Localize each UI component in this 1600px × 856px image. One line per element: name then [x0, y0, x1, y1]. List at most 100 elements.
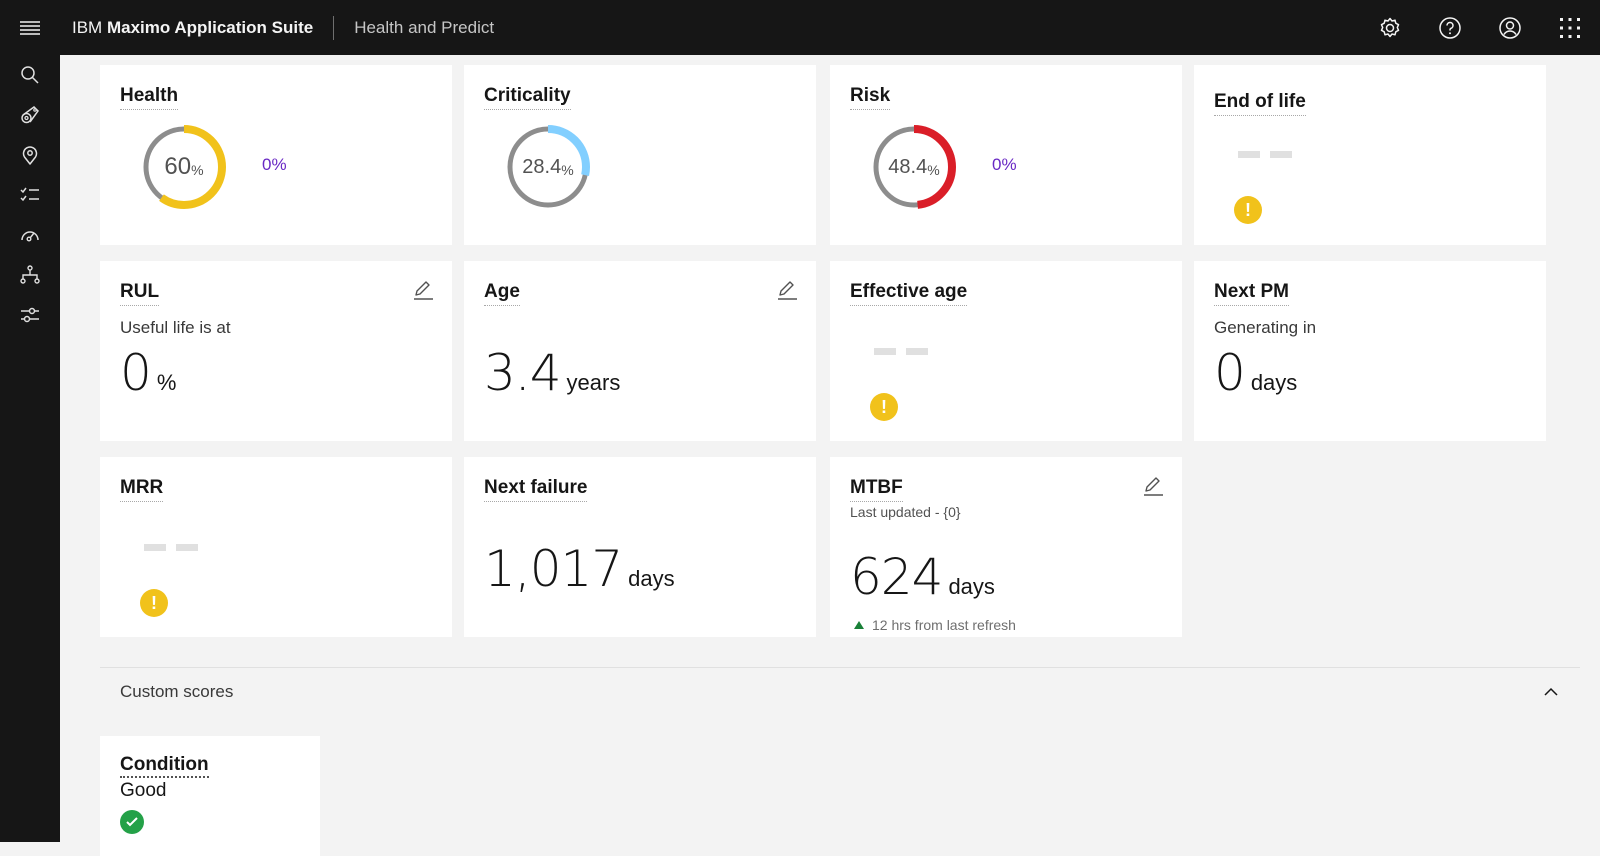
- age-unit: years: [566, 370, 621, 395]
- rul-unit: %: [156, 370, 177, 395]
- gauge-icon: [21, 231, 39, 242]
- nav-settings[interactable]: [0, 295, 60, 335]
- effective-age-card[interactable]: Effective age !: [830, 261, 1182, 441]
- next-pm-unit: days: [1250, 370, 1298, 395]
- card-title[interactable]: Health: [120, 85, 179, 110]
- age-value: 3.4: [484, 344, 562, 402]
- edit-icon: [414, 281, 433, 300]
- nav-assets[interactable]: [0, 95, 60, 135]
- end-of-life-card[interactable]: End of life !: [1194, 65, 1546, 245]
- settings-sliders-icon: [21, 307, 39, 323]
- app-switcher-icon: [1560, 17, 1580, 38]
- user-icon: [1499, 16, 1521, 39]
- location-icon: [22, 146, 38, 165]
- mrr-card[interactable]: MRR !: [100, 457, 452, 637]
- empty-value-placeholder: [1238, 151, 1292, 158]
- nav-dashboard[interactable]: [0, 215, 60, 255]
- nav-search[interactable]: [0, 55, 60, 95]
- nav-work[interactable]: [0, 175, 60, 215]
- criticality-value: 28.4: [522, 155, 562, 178]
- edit-icon: [1144, 477, 1163, 496]
- criticality-unit: %: [561, 162, 574, 178]
- card-subtitle: Useful life is at: [120, 318, 231, 337]
- trend-up-icon: [854, 621, 864, 629]
- card-title[interactable]: End of life: [1214, 91, 1306, 116]
- next-failure-card[interactable]: Next failure 1,017 days: [464, 457, 816, 637]
- mtbf-value: 624: [850, 548, 943, 606]
- app-name: Health and Predict: [354, 17, 495, 37]
- card-title[interactable]: MTBF: [850, 477, 903, 502]
- age-card[interactable]: Age 3.4 years: [464, 261, 816, 441]
- card-title[interactable]: Next failure: [484, 477, 588, 502]
- risk-donut: 48.4%: [870, 123, 958, 211]
- card-subtitle: Generating in: [1214, 318, 1317, 337]
- next-failure-unit: days: [628, 566, 675, 591]
- custom-scores-label: Custom scores: [120, 682, 234, 701]
- mtbf-unit: days: [948, 574, 995, 599]
- risk-card[interactable]: Risk 48.4% 0%: [830, 65, 1182, 245]
- header-divider: [333, 15, 335, 40]
- chevron-up-icon: [1544, 687, 1558, 696]
- custom-scores-section: Custom scores: [100, 667, 1580, 701]
- health-unit: %: [191, 162, 204, 178]
- risk-unit: %: [927, 162, 940, 178]
- brand-prefix: IBM: [72, 17, 103, 37]
- checkmark-icon: [120, 810, 144, 834]
- main-content: Health 60% 0% Criticality 28.4% Risk 48.…: [60, 55, 1600, 856]
- card-title[interactable]: Risk: [850, 85, 891, 110]
- card-title[interactable]: Effective age: [850, 281, 968, 306]
- card-title[interactable]: Next PM: [1214, 281, 1289, 306]
- empty-value-placeholder: [874, 348, 928, 355]
- warning-icon: !: [1234, 196, 1262, 224]
- risk-trend: 0%: [992, 155, 1017, 174]
- checklist-icon: [20, 187, 39, 202]
- nav-locations[interactable]: [0, 135, 60, 175]
- settings-button[interactable]: [1360, 0, 1420, 55]
- edit-button[interactable]: [1142, 475, 1164, 502]
- health-value: 60: [164, 153, 192, 180]
- nav-hierarchy[interactable]: [0, 255, 60, 295]
- asset-icon: [21, 106, 39, 124]
- collapse-button[interactable]: [1544, 684, 1558, 702]
- criticality-card[interactable]: Criticality 28.4%: [464, 65, 816, 245]
- edit-button[interactable]: [412, 279, 434, 306]
- rul-value: 0: [120, 344, 152, 402]
- next-pm-value: 0: [1214, 344, 1246, 402]
- health-card[interactable]: Health 60% 0%: [100, 65, 452, 245]
- search-icon: [21, 66, 39, 84]
- last-updated: Last updated - {0}: [850, 504, 961, 520]
- help-button[interactable]: [1420, 0, 1480, 55]
- criticality-donut: 28.4%: [504, 123, 592, 211]
- next-failure-value: 1,017: [484, 540, 623, 598]
- card-title[interactable]: Age: [484, 281, 520, 306]
- warning-icon: !: [870, 393, 898, 421]
- card-title[interactable]: Condition: [120, 754, 209, 778]
- menu-icon: [20, 20, 40, 35]
- edit-icon: [778, 281, 797, 300]
- help-icon: [1439, 16, 1461, 39]
- brand-product: Maximo Application Suite: [106, 17, 314, 37]
- user-profile-button[interactable]: [1480, 0, 1540, 55]
- side-navigation: [0, 55, 60, 842]
- refresh-info: 12 hrs from last refresh: [872, 617, 1016, 633]
- hierarchy-icon: [20, 265, 40, 284]
- rul-card[interactable]: RUL Useful life is at 0%: [100, 261, 452, 441]
- card-title[interactable]: MRR: [120, 477, 164, 502]
- brand-name[interactable]: IBM Maximo Application Suite: [72, 18, 313, 38]
- edit-button[interactable]: [776, 279, 798, 306]
- health-donut: 60%: [140, 123, 228, 211]
- empty-value-placeholder: [144, 544, 198, 551]
- mtbf-card[interactable]: MTBF Last updated - {0} 624 days 12 hrs f…: [830, 457, 1182, 637]
- warning-icon: !: [140, 589, 168, 617]
- condition-value: Good: [120, 780, 167, 801]
- risk-value: 48.4: [888, 155, 928, 178]
- settings-icon: [1380, 17, 1400, 37]
- card-title[interactable]: Criticality: [484, 85, 571, 110]
- menu-button[interactable]: [0, 0, 60, 55]
- condition-card[interactable]: Condition Good: [100, 736, 320, 856]
- app-switcher-button[interactable]: [1540, 0, 1600, 55]
- health-trend: 0%: [262, 155, 287, 174]
- next-pm-card[interactable]: Next PM Generating in 0 days: [1194, 261, 1546, 441]
- top-header: IBM Maximo Application Suite Health and …: [0, 0, 1600, 55]
- card-title[interactable]: RUL: [120, 281, 160, 306]
